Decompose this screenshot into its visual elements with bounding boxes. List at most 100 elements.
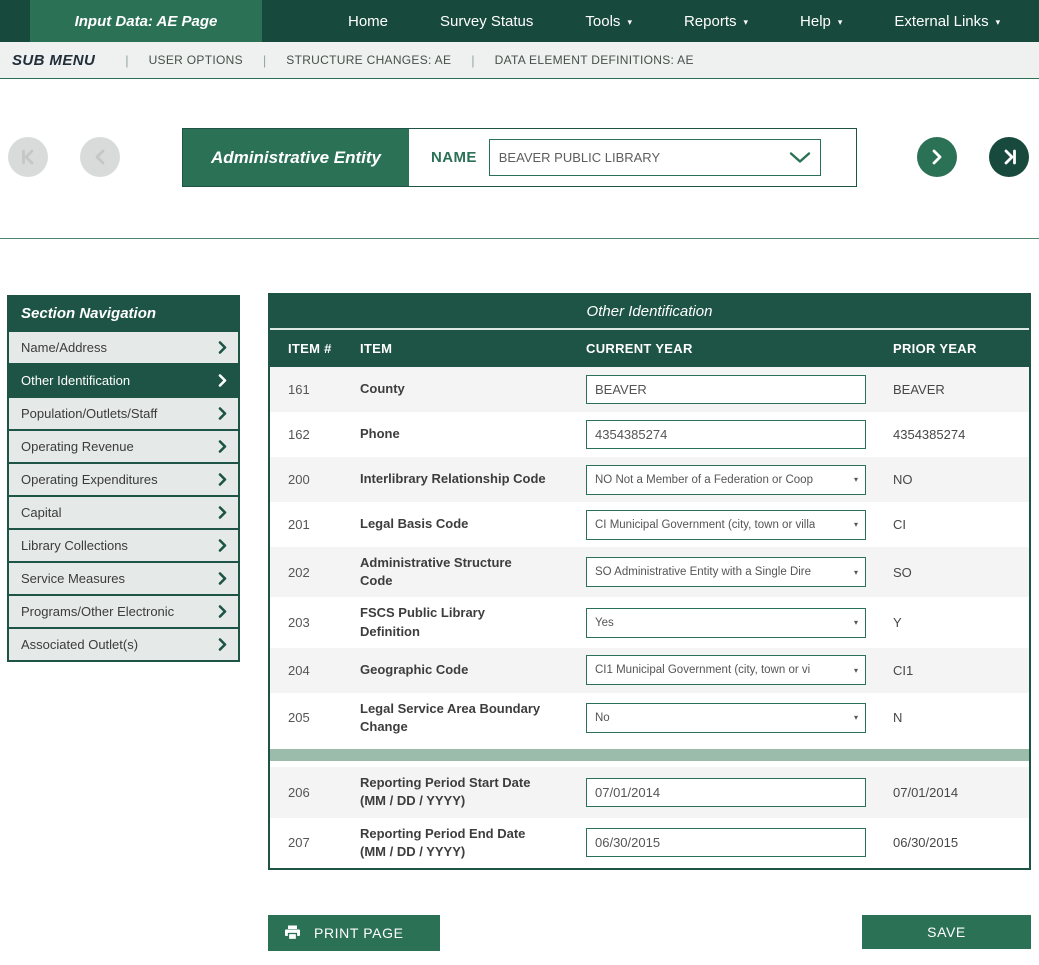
sidebar-item-library-collections[interactable]: Library Collections (9, 528, 238, 561)
next-record-button[interactable] (917, 137, 957, 177)
current-year-select-205[interactable]: No▾ (586, 703, 866, 733)
current-year-cell: CI Municipal Government (city, town or v… (578, 510, 883, 540)
nav-item-help[interactable]: Help▾ (774, 0, 868, 42)
print-page-label: PRINT PAGE (314, 925, 404, 941)
nav-item-home[interactable]: Home (322, 0, 414, 42)
sidebar-item-label: Operating Expenditures (21, 472, 158, 487)
chevron-right-icon (218, 605, 227, 618)
table-row-202: 202Administrative Structure CodeSO Admin… (270, 547, 1029, 597)
sidebar-item-operating-revenue[interactable]: Operating Revenue (9, 429, 238, 462)
chevron-right-icon (218, 407, 227, 420)
nav-item-label: Survey Status (440, 13, 533, 30)
sidebar-item-service-measures[interactable]: Service Measures (9, 561, 238, 594)
caret-down-icon: ▾ (996, 17, 1001, 28)
item-label: Phone (360, 425, 578, 443)
section-navigation-items: Name/AddressOther IdentificationPopulati… (9, 330, 238, 660)
dropdown-arrow-icon: ▾ (854, 520, 858, 529)
print-page-button[interactable]: PRINT PAGE (268, 915, 440, 951)
current-year-cell: Yes▾ (578, 608, 883, 638)
sidebar-item-programs-other-electronic[interactable]: Programs/Other Electronic (9, 594, 238, 627)
item-label: Interlibrary Relationship Code (360, 470, 578, 488)
item-number: 204 (270, 663, 360, 678)
entity-type-label: Administrative Entity (183, 129, 409, 186)
nav-item-tools[interactable]: Tools▾ (559, 0, 658, 42)
prior-year-value: BEAVER (883, 382, 1029, 397)
chevron-left-icon (93, 149, 107, 165)
skip-to-first-icon (20, 149, 37, 165)
dropdown-arrow-icon: ▾ (854, 666, 858, 675)
prior-year-value: SO (883, 565, 1029, 580)
selected-option-text: CI1 Municipal Government (city, town or … (595, 664, 810, 676)
item-number: 162 (270, 427, 360, 442)
item-label: Legal Service Area Boundary Change (360, 700, 578, 736)
current-year-input-206[interactable] (586, 778, 866, 807)
first-record-button[interactable] (8, 137, 48, 177)
table-row-204: 204Geographic CodeCI1 Municipal Governme… (270, 648, 1029, 693)
chevron-right-icon (218, 341, 227, 354)
previous-record-button[interactable] (80, 137, 120, 177)
sidebar-item-operating-expenditures[interactable]: Operating Expenditures (9, 462, 238, 495)
table-row-207: 207Reporting Period End Date (MM / DD / … (270, 818, 1029, 868)
current-year-select-202[interactable]: SO Administrative Entity with a Single D… (586, 557, 866, 587)
table-row-205: 205Legal Service Area Boundary ChangeNo▾… (270, 693, 1029, 743)
column-header-prior-year: PRIOR YEAR (883, 341, 1029, 356)
submenu-item-data-element-definitions-ae[interactable]: DATA ELEMENT DEFINITIONS: AE (495, 53, 694, 67)
current-year-cell: CI1 Municipal Government (city, town or … (578, 655, 883, 685)
current-year-input-162[interactable] (586, 420, 866, 449)
item-label: Legal Basis Code (360, 515, 578, 533)
sidebar-item-label: Operating Revenue (21, 439, 134, 454)
current-year-cell: NO Not a Member of a Federation or Coop▾ (578, 465, 883, 495)
current-year-cell (578, 420, 883, 449)
table-row-206: 206Reporting Period Start Date (MM / DD … (270, 767, 1029, 817)
other-identification-table: Other Identification ITEM # ITEM CURRENT… (268, 293, 1031, 870)
chevron-right-icon (218, 473, 227, 486)
sidebar-item-associated-outlet-s[interactable]: Associated Outlet(s) (9, 627, 238, 660)
sidebar-item-label: Programs/Other Electronic (21, 604, 174, 619)
sidebar-item-capital[interactable]: Capital (9, 495, 238, 528)
last-record-button[interactable] (989, 137, 1029, 177)
current-year-select-204[interactable]: CI1 Municipal Government (city, town or … (586, 655, 866, 685)
current-year-select-203[interactable]: Yes▾ (586, 608, 866, 638)
caret-down-icon: ▾ (744, 17, 749, 28)
column-header-item-num: ITEM # (270, 341, 360, 356)
item-label: FSCS Public Library Definition (360, 604, 578, 640)
table-header-row: ITEM # ITEM CURRENT YEAR PRIOR YEAR (270, 330, 1029, 367)
submenu-links: |USER OPTIONS|STRUCTURE CHANGES: AE|DATA… (125, 53, 694, 68)
dropdown-arrow-icon: ▾ (854, 713, 858, 722)
separator: | (125, 53, 128, 68)
current-year-select-200[interactable]: NO Not a Member of a Federation or Coop▾ (586, 465, 866, 495)
current-year-cell: SO Administrative Entity with a Single D… (578, 557, 883, 587)
chevron-right-icon (218, 440, 227, 453)
item-number: 203 (270, 615, 360, 630)
selected-option-text: SO Administrative Entity with a Single D… (595, 566, 811, 578)
save-button[interactable]: SAVE (862, 915, 1031, 949)
item-label: Reporting Period Start Date (MM / DD / Y… (360, 774, 578, 810)
current-year-cell (578, 778, 883, 807)
table-body: 161CountyBEAVER162Phone4354385274200Inte… (270, 367, 1029, 868)
sidebar-item-other-identification[interactable]: Other Identification (9, 363, 238, 396)
chevron-right-icon (218, 638, 227, 651)
nav-item-label: Tools (585, 13, 620, 30)
current-year-input-161[interactable] (586, 375, 866, 404)
column-header-current-year: CURRENT YEAR (578, 341, 883, 356)
nav-item-external-links[interactable]: External Links ▾ (868, 0, 1026, 42)
submenu-item-structure-changes-ae[interactable]: STRUCTURE CHANGES: AE (286, 53, 451, 67)
tab-input-data-ae-page[interactable]: Input Data: AE Page (30, 0, 262, 42)
current-year-input-207[interactable] (586, 828, 866, 857)
item-number: 207 (270, 835, 360, 850)
submenu-item-user-options[interactable]: USER OPTIONS (149, 53, 243, 67)
nav-item-reports[interactable]: Reports▾ (658, 0, 774, 42)
selected-option-text: CI Municipal Government (city, town or v… (595, 519, 815, 531)
entity-selector-bar: Administrative Entity NAME BEAVER PUBLIC… (0, 120, 1039, 200)
sidebar-item-population-outlets-staff[interactable]: Population/Outlets/Staff (9, 396, 238, 429)
top-nav: Input Data: AE Page Home Survey Status Too… (0, 0, 1039, 42)
section-navigation: Section Navigation Name/AddressOther Ide… (7, 295, 240, 662)
prior-year-value: 4354385274 (883, 427, 1029, 442)
nav-item-label: External Links (894, 13, 988, 30)
entity-name-select[interactable]: BEAVER PUBLIC LIBRARY (489, 139, 821, 176)
chevron-right-icon (218, 539, 227, 552)
current-year-select-201[interactable]: CI Municipal Government (city, town or v… (586, 510, 866, 540)
chevron-right-icon (930, 149, 944, 165)
sidebar-item-name-address[interactable]: Name/Address (9, 330, 238, 363)
nav-item-survey-status[interactable]: Survey Status (414, 0, 559, 42)
